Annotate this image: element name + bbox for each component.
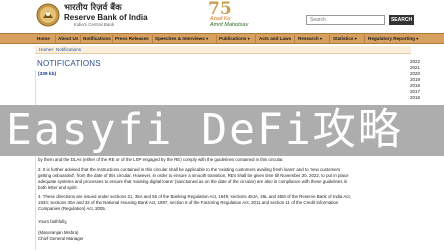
year-link-2016[interactable]: 2016 [410, 95, 422, 101]
nav-publications-label: Publications [219, 36, 247, 41]
nav-about-us[interactable]: About Us [58, 34, 78, 44]
org-tagline: India's Central Bank [74, 22, 115, 27]
overlay-banner-text: Easyfi DeFi攻略 [6, 105, 403, 155]
nav-speeches-label: Speeches & Interviews [155, 36, 205, 41]
page-title: NOTIFICATIONS [37, 59, 101, 68]
rbi-logo[interactable] [36, 3, 60, 27]
site-header: भारतीय रिज़र्व बैंक Reserve Bank of Indi… [0, 0, 444, 32]
org-name-block: भारतीय रिज़र्व बैंक Reserve Bank of Indi… [64, 4, 148, 28]
nav-divider [112, 35, 113, 43]
azadi-ka-amrit-mahotsav-logo: 75 Azadi Ka Amrit Mahotsav [208, 0, 258, 30]
azadi-line-2: Amrit Mahotsav [210, 22, 249, 28]
nav-divider [294, 35, 295, 43]
breadcrumb: Home > Notifications [35, 46, 411, 54]
nav-regulatory-reporting-label: Regulatory Reporting [368, 36, 415, 41]
nav-divider [329, 35, 330, 43]
body-paragraph-line: adequate systems and processes to ensure… [38, 179, 348, 184]
chevron-down-icon: ▾ [354, 36, 357, 41]
chevron-down-icon: ▾ [206, 36, 209, 41]
nav-divider [55, 35, 56, 43]
breadcrumb-home[interactable]: Home [39, 46, 51, 54]
nav-statistics-label: Statistics [333, 36, 354, 41]
nav-notifications[interactable]: Notifications [83, 34, 111, 44]
nav-research[interactable]: Research ▾ [298, 34, 322, 44]
nav-research-label: Research [298, 36, 319, 41]
nav-acts-and-laws[interactable]: Acts and Laws [259, 34, 291, 44]
search-button[interactable]: SEARCH [389, 15, 414, 25]
nav-divider [364, 35, 365, 43]
body-paragraph-line: Companies (Regulation) Act, 2005. [38, 206, 107, 211]
nav-regulatory-reporting[interactable]: Regulatory Reporting ▾ [368, 34, 418, 44]
org-name-hindi: भारतीय रिज़र्व बैंक [64, 3, 122, 13]
nav-publications[interactable]: Publications ▾ [219, 34, 250, 44]
chevron-down-icon: ▾ [416, 36, 419, 41]
org-name-english: Reserve Bank of India [64, 13, 148, 22]
pdf-size-link[interactable]: (339 kb) [38, 72, 56, 77]
breadcrumb-notifications[interactable]: Notifications [56, 46, 81, 54]
nav-divider [80, 35, 81, 43]
breadcrumb-separator: > [51, 47, 54, 52]
nav-divider [216, 35, 217, 43]
nav-statistics[interactable]: Statistics ▾ [333, 34, 357, 44]
nav-home[interactable]: Home [37, 34, 50, 44]
nav-divider [152, 35, 153, 43]
main-nav: Home About Us Notifications Press Releas… [0, 33, 444, 44]
nav-press-releases[interactable]: Press Releases [115, 34, 149, 44]
chevron-down-icon: ▾ [247, 36, 250, 41]
closing-salutation: Yours faithfully, [38, 219, 68, 224]
nav-divider [255, 35, 256, 43]
nav-speeches-interviews[interactable]: Speeches & Interviews ▾ [155, 34, 208, 44]
signatory-designation: Chief General Manager [38, 236, 84, 241]
body-paragraph-line: both letter and spirit. [38, 185, 78, 190]
search-input[interactable]: Search [306, 15, 385, 25]
chevron-down-icon: ▾ [319, 36, 322, 41]
